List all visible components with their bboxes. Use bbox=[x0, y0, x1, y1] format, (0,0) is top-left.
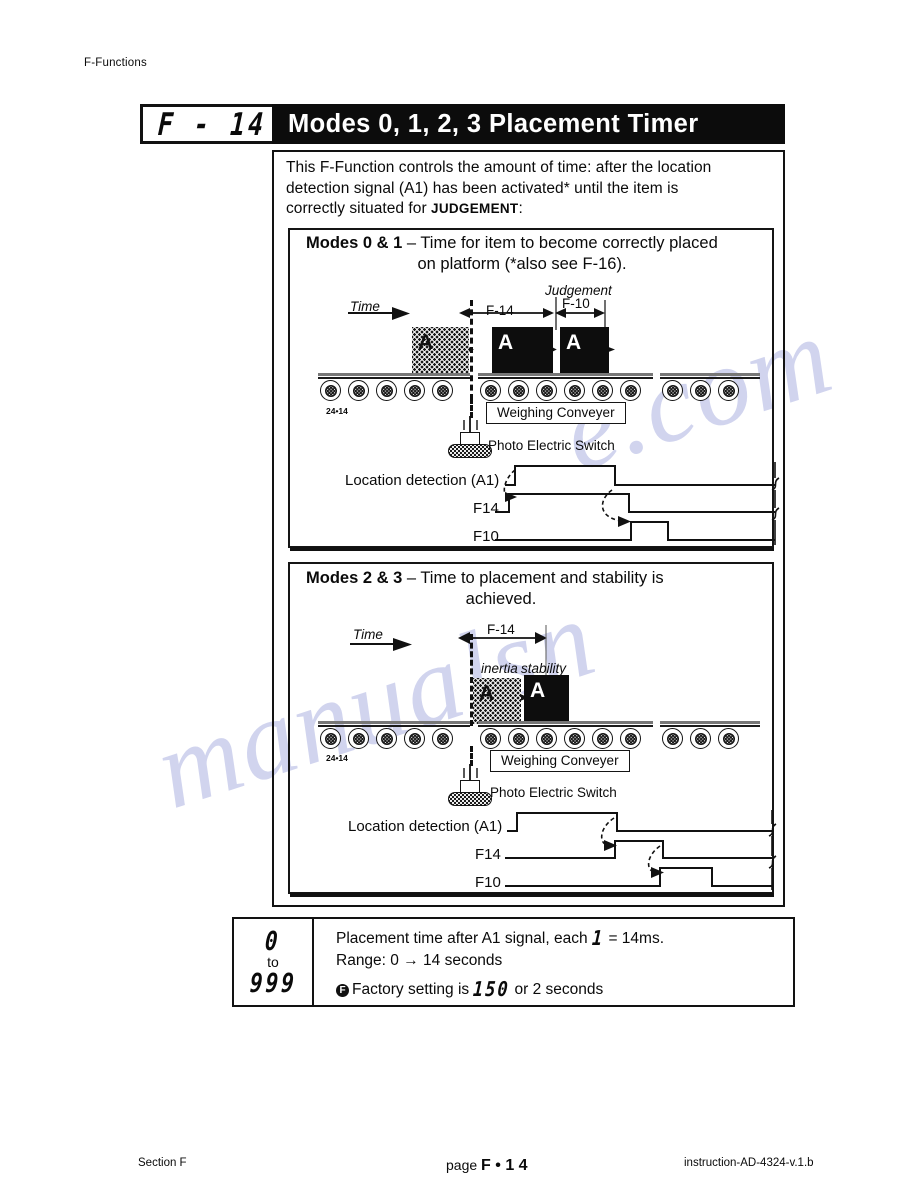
range-description: Placement time after A1 signal, each 1 =… bbox=[314, 919, 793, 1005]
range-setting-box: 0 to 999 Placement time after A1 signal,… bbox=[232, 917, 795, 1007]
range-values: 0 to 999 bbox=[234, 919, 314, 1005]
footer-page-pre: page bbox=[446, 1157, 482, 1173]
range-line-3-post: or 2 seconds bbox=[510, 981, 604, 998]
range-line-3: F Factory setting is 150 or 2 seconds bbox=[336, 977, 793, 1002]
factory-setting-display: 150 bbox=[472, 977, 511, 1002]
range-line-3-pre: Factory setting is bbox=[352, 981, 474, 998]
footer-page: page F • 1 4 bbox=[446, 1157, 528, 1175]
range-line-1: Placement time after A1 signal, each 1 =… bbox=[336, 926, 793, 951]
panel2-signal-f14-label: F14 bbox=[475, 846, 501, 863]
range-line-1-pre: Placement time after A1 signal, each bbox=[336, 930, 592, 947]
panel2-signal-a1-label: Location detection (A1) bbox=[348, 818, 503, 835]
footer-section: Section F bbox=[138, 1157, 187, 1169]
footer-instruction: instruction-AD-4324-v.1.b bbox=[684, 1157, 814, 1169]
range-unit-segment: 1 bbox=[591, 926, 605, 951]
panel2-signal-f10-label: F10 bbox=[475, 874, 501, 891]
range-max-display: 999 bbox=[248, 968, 298, 998]
panel2-pes-vectors bbox=[463, 764, 478, 780]
panel2-photo-switch-base bbox=[448, 792, 492, 806]
range-min-display: 0 bbox=[264, 926, 282, 956]
footer-page-number: F • 1 4 bbox=[481, 1157, 528, 1174]
range-line-2: Range: 0 → 14 seconds bbox=[336, 952, 503, 969]
panel2-photo-switch-label: Photo Electric Switch bbox=[490, 785, 617, 800]
factory-setting-icon: F bbox=[336, 984, 349, 997]
range-line-1-post: = 14ms. bbox=[604, 930, 665, 947]
